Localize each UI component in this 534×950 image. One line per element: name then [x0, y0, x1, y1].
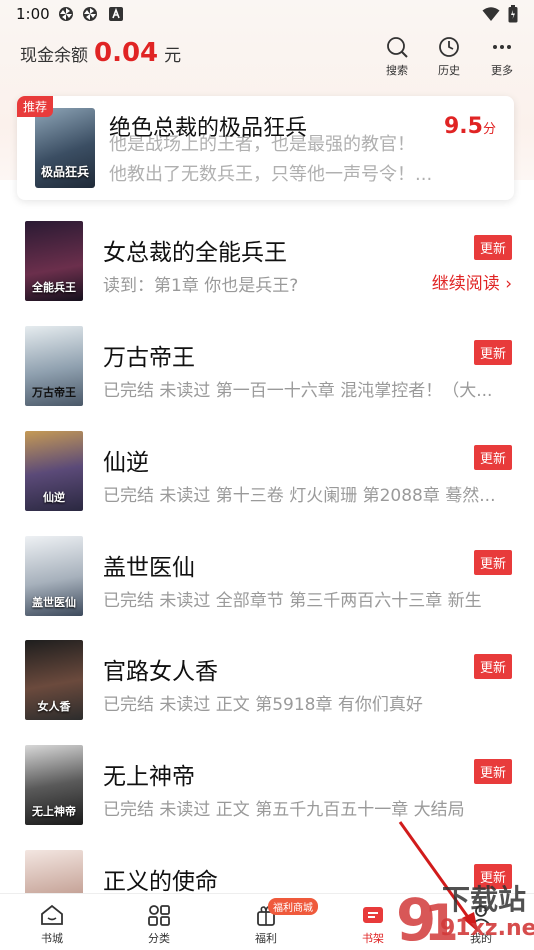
update-badge: 更新 [473, 445, 512, 470]
update-badge: 更新 [473, 340, 512, 365]
book-list-item[interactable]: 女人香 官路女人香 已完结 未读过 正文 第5918章 有你们真好 更新 [0, 640, 534, 744]
book-list-item[interactable]: 仙逆 仙逆 已完结 未读过 第十三卷 灯火阑珊 第2088章 蓦然... 更新 [0, 431, 534, 535]
update-badge: 更新 [473, 550, 512, 575]
book-latest-chapter: 已完结 未读过 正文 第五千九百五十一章 大结局 [103, 800, 465, 820]
score-unit: 分 [482, 122, 496, 137]
continue-reading-link[interactable]: 继续阅读 › [432, 269, 512, 294]
book-title: 盖世医仙 [103, 555, 195, 581]
book-cover: 全能兵王 [25, 221, 83, 301]
book-title: 正义的使命 [103, 869, 218, 893]
book-cover: 女人香 [25, 640, 83, 720]
book-title: 仙逆 [103, 450, 149, 476]
search-label: 搜索 [386, 64, 408, 77]
battery-icon [508, 5, 518, 23]
book-cover-text: 全能兵王 [32, 281, 76, 294]
watermark: 9 1 下载站 91xz.net [390, 872, 534, 950]
book-title: 官路女人香 [103, 659, 218, 685]
book-cover [25, 850, 83, 893]
pinwheel-icon [83, 7, 97, 21]
search-icon [387, 37, 408, 58]
book-title: 万古帝王 [103, 345, 195, 371]
book-title: 女总裁的全能兵王 [103, 240, 287, 266]
book-cover: 无上神帝 [25, 745, 83, 825]
recommend-badge: 推荐 [17, 96, 54, 117]
cash-value: 0.04 [94, 38, 159, 68]
bookshelf-icon [363, 907, 383, 923]
watermark-text-bottom: 91xz.net [440, 916, 534, 941]
book-latest-chapter: 已完结 未读过 第一百一十六章 混沌掌控者！（大... [103, 381, 493, 401]
book-cover-text: 女人香 [37, 700, 71, 713]
status-bar: 1:00 [0, 0, 534, 28]
recommended-book-card[interactable]: 推荐 极品狂兵 他是战场上的王者，也是最强的教官！ 绝色总裁的极品狂兵 他教出了… [17, 96, 514, 200]
book-title: 无上神帝 [103, 764, 195, 790]
home-icon [41, 904, 63, 925]
wifi-icon [482, 7, 500, 21]
book-list-item[interactable]: 盖世医仙 盖世医仙 已完结 未读过 全部章节 第三千两百六十三章 新生 更新 [0, 536, 534, 640]
a-icon [109, 7, 123, 21]
more-label: 更多 [491, 64, 513, 77]
status-time: 1:00 [16, 5, 50, 23]
update-badge: 更新 [473, 235, 512, 260]
watermark-text-top: 下载站 [442, 883, 527, 916]
recommended-desc-line2: 他教出了无数兵王，只等他一声号令！... [109, 164, 433, 185]
book-cover-text: 仙逆 [43, 491, 65, 504]
update-badge: 更新 [473, 759, 512, 784]
pinwheel-icon [59, 7, 73, 21]
nav-category-label: 分类 [148, 932, 170, 945]
book-latest-chapter: 已完结 未读过 正文 第5918章 有你们真好 [103, 695, 423, 715]
book-cover-text: 万古帝王 [32, 386, 76, 399]
score-value: 9.5 [444, 114, 483, 139]
recommended-score: 9.5分 [444, 114, 496, 139]
recommended-book-cover: 极品狂兵 [35, 108, 95, 188]
cash-unit: 元 [164, 46, 182, 66]
book-cover: 万古帝王 [25, 326, 83, 406]
recommended-book-title: 绝色总裁的极品狂兵 [109, 116, 308, 141]
book-list-item[interactable]: 万古帝王 万古帝王 已完结 未读过 第一百一十六章 混沌掌控者！（大... 更新 [0, 326, 534, 430]
grid-icon [148, 905, 170, 926]
nav-bookstore-label: 书城 [41, 932, 63, 945]
book-cover: 盖世医仙 [25, 536, 83, 616]
update-badge: 更新 [473, 654, 512, 679]
search-button[interactable]: 搜索 [377, 36, 417, 80]
clock-icon [439, 37, 459, 57]
nav-welfare-label: 福利 [255, 932, 277, 945]
nav-category[interactable]: 分类 [129, 904, 189, 946]
book-list-item[interactable]: 全能兵王 女总裁的全能兵王 读到：第1章 你也是兵王? 更新 继续阅读 › [0, 221, 534, 325]
book-cover-text: 无上神帝 [32, 805, 76, 818]
history-button[interactable]: 历史 [429, 36, 469, 80]
cash-balance: 现金余额 0.04 元 [20, 38, 181, 68]
book-latest-chapter: 已完结 未读过 第十三卷 灯火阑珊 第2088章 蓦然... [103, 486, 496, 506]
welfare-mall-tag: 福利商城 [268, 898, 318, 915]
more-icon [493, 45, 511, 49]
recommended-cover-text: 极品狂兵 [40, 165, 89, 179]
book-progress: 读到：第1章 你也是兵王? [103, 276, 299, 296]
history-label: 历史 [438, 64, 460, 77]
book-cover-text: 盖世医仙 [32, 596, 76, 609]
cash-label: 现金余额 [20, 46, 88, 66]
book-list-item[interactable]: 无上神帝 无上神帝 已完结 未读过 正文 第五千九百五十一章 大结局 更新 [0, 745, 534, 849]
book-latest-chapter: 已完结 未读过 全部章节 第三千两百六十三章 新生 [103, 591, 482, 611]
book-cover: 仙逆 [25, 431, 83, 511]
more-button[interactable]: 更多 [482, 36, 522, 80]
nav-bookstore[interactable]: 书城 [22, 904, 82, 946]
